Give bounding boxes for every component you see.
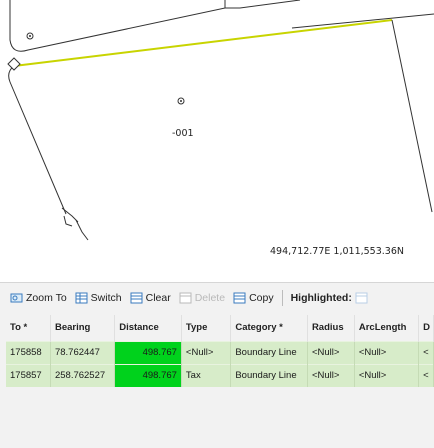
table-cell[interactable]: Boundary Line <box>230 363 308 387</box>
coordinate-readout: 494,712.77E 1,011,553.36N <box>270 246 404 257</box>
table-cell[interactable]: <Null> <box>354 340 420 364</box>
table-cell[interactable]: 258.762527 <box>50 363 116 387</box>
table-row[interactable]: 175857 258.762527 498.767 Tax Boundary L… <box>6 363 434 387</box>
copy-button[interactable]: Copy <box>229 287 278 309</box>
map-view[interactable]: -001 494,712.77E 1,011,553.36N <box>0 0 434 282</box>
point-icon <box>26 32 34 40</box>
copy-label: Copy <box>249 292 274 304</box>
point-icon <box>177 97 185 105</box>
toolbar-separator <box>281 290 283 306</box>
zoom-to-label: Zoom To <box>26 292 67 304</box>
column-header[interactable]: Type <box>181 315 232 341</box>
clear-button[interactable]: Clear <box>126 287 175 309</box>
column-header[interactable]: Category * <box>230 315 308 341</box>
table-cell[interactable]: <Null> <box>307 363 355 387</box>
column-header[interactable]: ArcLength <box>354 315 420 341</box>
switch-icon <box>75 292 88 304</box>
zoom-to-button[interactable]: Zoom To <box>6 287 71 309</box>
table-cell[interactable]: < <box>418 363 434 387</box>
table-cell-highlighted[interactable]: 498.767 <box>114 340 182 364</box>
table-cell[interactable]: Boundary Line <box>230 340 308 364</box>
switch-label: Switch <box>90 292 122 304</box>
table-cell[interactable]: 175858 <box>6 340 51 364</box>
column-header[interactable]: Distance <box>114 315 182 341</box>
column-header[interactable]: Radius <box>307 315 355 341</box>
toolbar: Zoom To Switch Clear Delete Copy Highlig… <box>0 283 434 313</box>
traverse-panel: Zoom To Switch Clear Delete Copy Highlig… <box>0 282 434 448</box>
table-cell[interactable]: 175857 <box>6 363 51 387</box>
clear-label: Clear <box>145 292 171 304</box>
column-header[interactable]: D <box>418 315 434 341</box>
selected-boundary-line[interactable] <box>13 19 393 67</box>
highlighted-button[interactable]: Highlighted: <box>287 287 372 309</box>
table-header-row: To * Bearing Distance Type Category * Ra… <box>6 315 434 341</box>
column-header[interactable]: To * <box>6 315 51 341</box>
copy-icon <box>233 292 246 304</box>
column-header[interactable]: Bearing <box>50 315 116 341</box>
parcel-drawing <box>7 0 434 241</box>
delete-label: Delete <box>194 292 226 304</box>
table-cell[interactable]: <Null> <box>307 340 355 364</box>
table-cell[interactable]: 78.762447 <box>50 340 116 364</box>
table-cell[interactable]: <Null> <box>354 363 420 387</box>
clear-icon <box>130 292 143 304</box>
table-cell[interactable]: < <box>418 340 434 364</box>
traverse-table: To * Bearing Distance Type Category * Ra… <box>6 315 434 387</box>
switch-button[interactable]: Switch <box>71 287 126 309</box>
table-cell-highlighted[interactable]: 498.767 <box>114 363 182 387</box>
delete-icon <box>179 292 192 304</box>
table-cell[interactable]: <Null> <box>181 340 232 364</box>
delete-button[interactable]: Delete <box>175 287 229 309</box>
table-cell[interactable]: Tax <box>181 363 232 387</box>
table-row[interactable]: 175858 78.762447 498.767 <Null> Boundary… <box>6 340 434 364</box>
highlighted-label: Highlighted: <box>290 292 352 304</box>
highlighted-icon <box>355 292 368 304</box>
zoom-to-icon <box>10 292 23 304</box>
parcel-label: -001 <box>172 128 194 139</box>
